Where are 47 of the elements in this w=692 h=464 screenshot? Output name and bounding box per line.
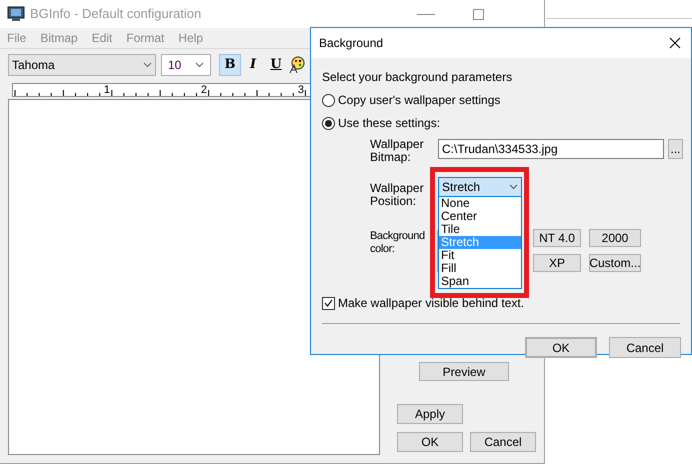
color-preset-button[interactable]: NT 4.0 [533,229,581,247]
ok-button[interactable]: OK [397,432,463,452]
cancel-button[interactable]: Cancel [470,432,536,452]
radio-label: Copy user's wallpaper settings [338,92,500,109]
radio-button[interactable] [322,94,335,106]
color-preset-button[interactable]: 2000 [589,229,641,247]
field-label: Wallpaper Position: [370,182,425,208]
window-title: BGInfo - Default configuration [30,5,202,24]
dropdown-option[interactable]: Center [439,210,521,223]
prompt-text: Select your background parameters [322,69,514,86]
dialog-title: Background [319,35,384,52]
dropdown-option[interactable]: Tile [439,223,521,236]
dropdown-option[interactable]: Fill [439,262,521,275]
chevron-icon [509,184,518,190]
format-button[interactable]: B [219,54,241,76]
ruler-number: 1 [102,84,110,96]
chevron-icon [143,62,152,68]
field-label: Wallpaper Bitmap: [370,138,425,164]
palette-icon[interactable] [288,56,306,74]
cancel-button[interactable]: Cancel [609,337,681,358]
checkbox-label: Make wallpaper visible behind text. [338,295,524,312]
format-button[interactable]: I [242,54,264,76]
ruler-number: 3 [296,84,304,96]
check-icon [324,299,333,307]
ruler-number: 2 [200,84,207,96]
size-dropdown[interactable]: 10 [161,54,211,76]
close-icon[interactable] [669,37,681,49]
dropdown-option[interactable]: None [439,197,521,210]
radio-label: Use these settings: [338,115,440,132]
monitor-icon [7,6,25,22]
dropdown-option[interactable]: Span [439,275,521,288]
bitmap-field[interactable]: C:\Trudan\334533.jpg [438,139,664,159]
maximize-button[interactable] [473,8,484,20]
chevron-icon [195,62,204,68]
field-label: Background color: [370,230,426,257]
font-dropdown[interactable]: Tahoma [8,54,156,76]
color-preset-button[interactable]: Custom... [589,254,641,272]
dropdown-option[interactable]: Fit [439,249,521,262]
position-dropdown[interactable]: Stretch [438,177,522,197]
radio-button[interactable] [322,116,335,130]
apply-button[interactable]: Apply [397,404,463,424]
checkbox[interactable] [322,296,335,310]
color-preset-button[interactable]: XP [533,254,581,272]
ok-button[interactable]: OK [525,337,597,358]
preview-button[interactable]: Preview [419,362,509,381]
browse-button[interactable]: ... [668,139,683,159]
format-button[interactable]: U [265,54,287,76]
